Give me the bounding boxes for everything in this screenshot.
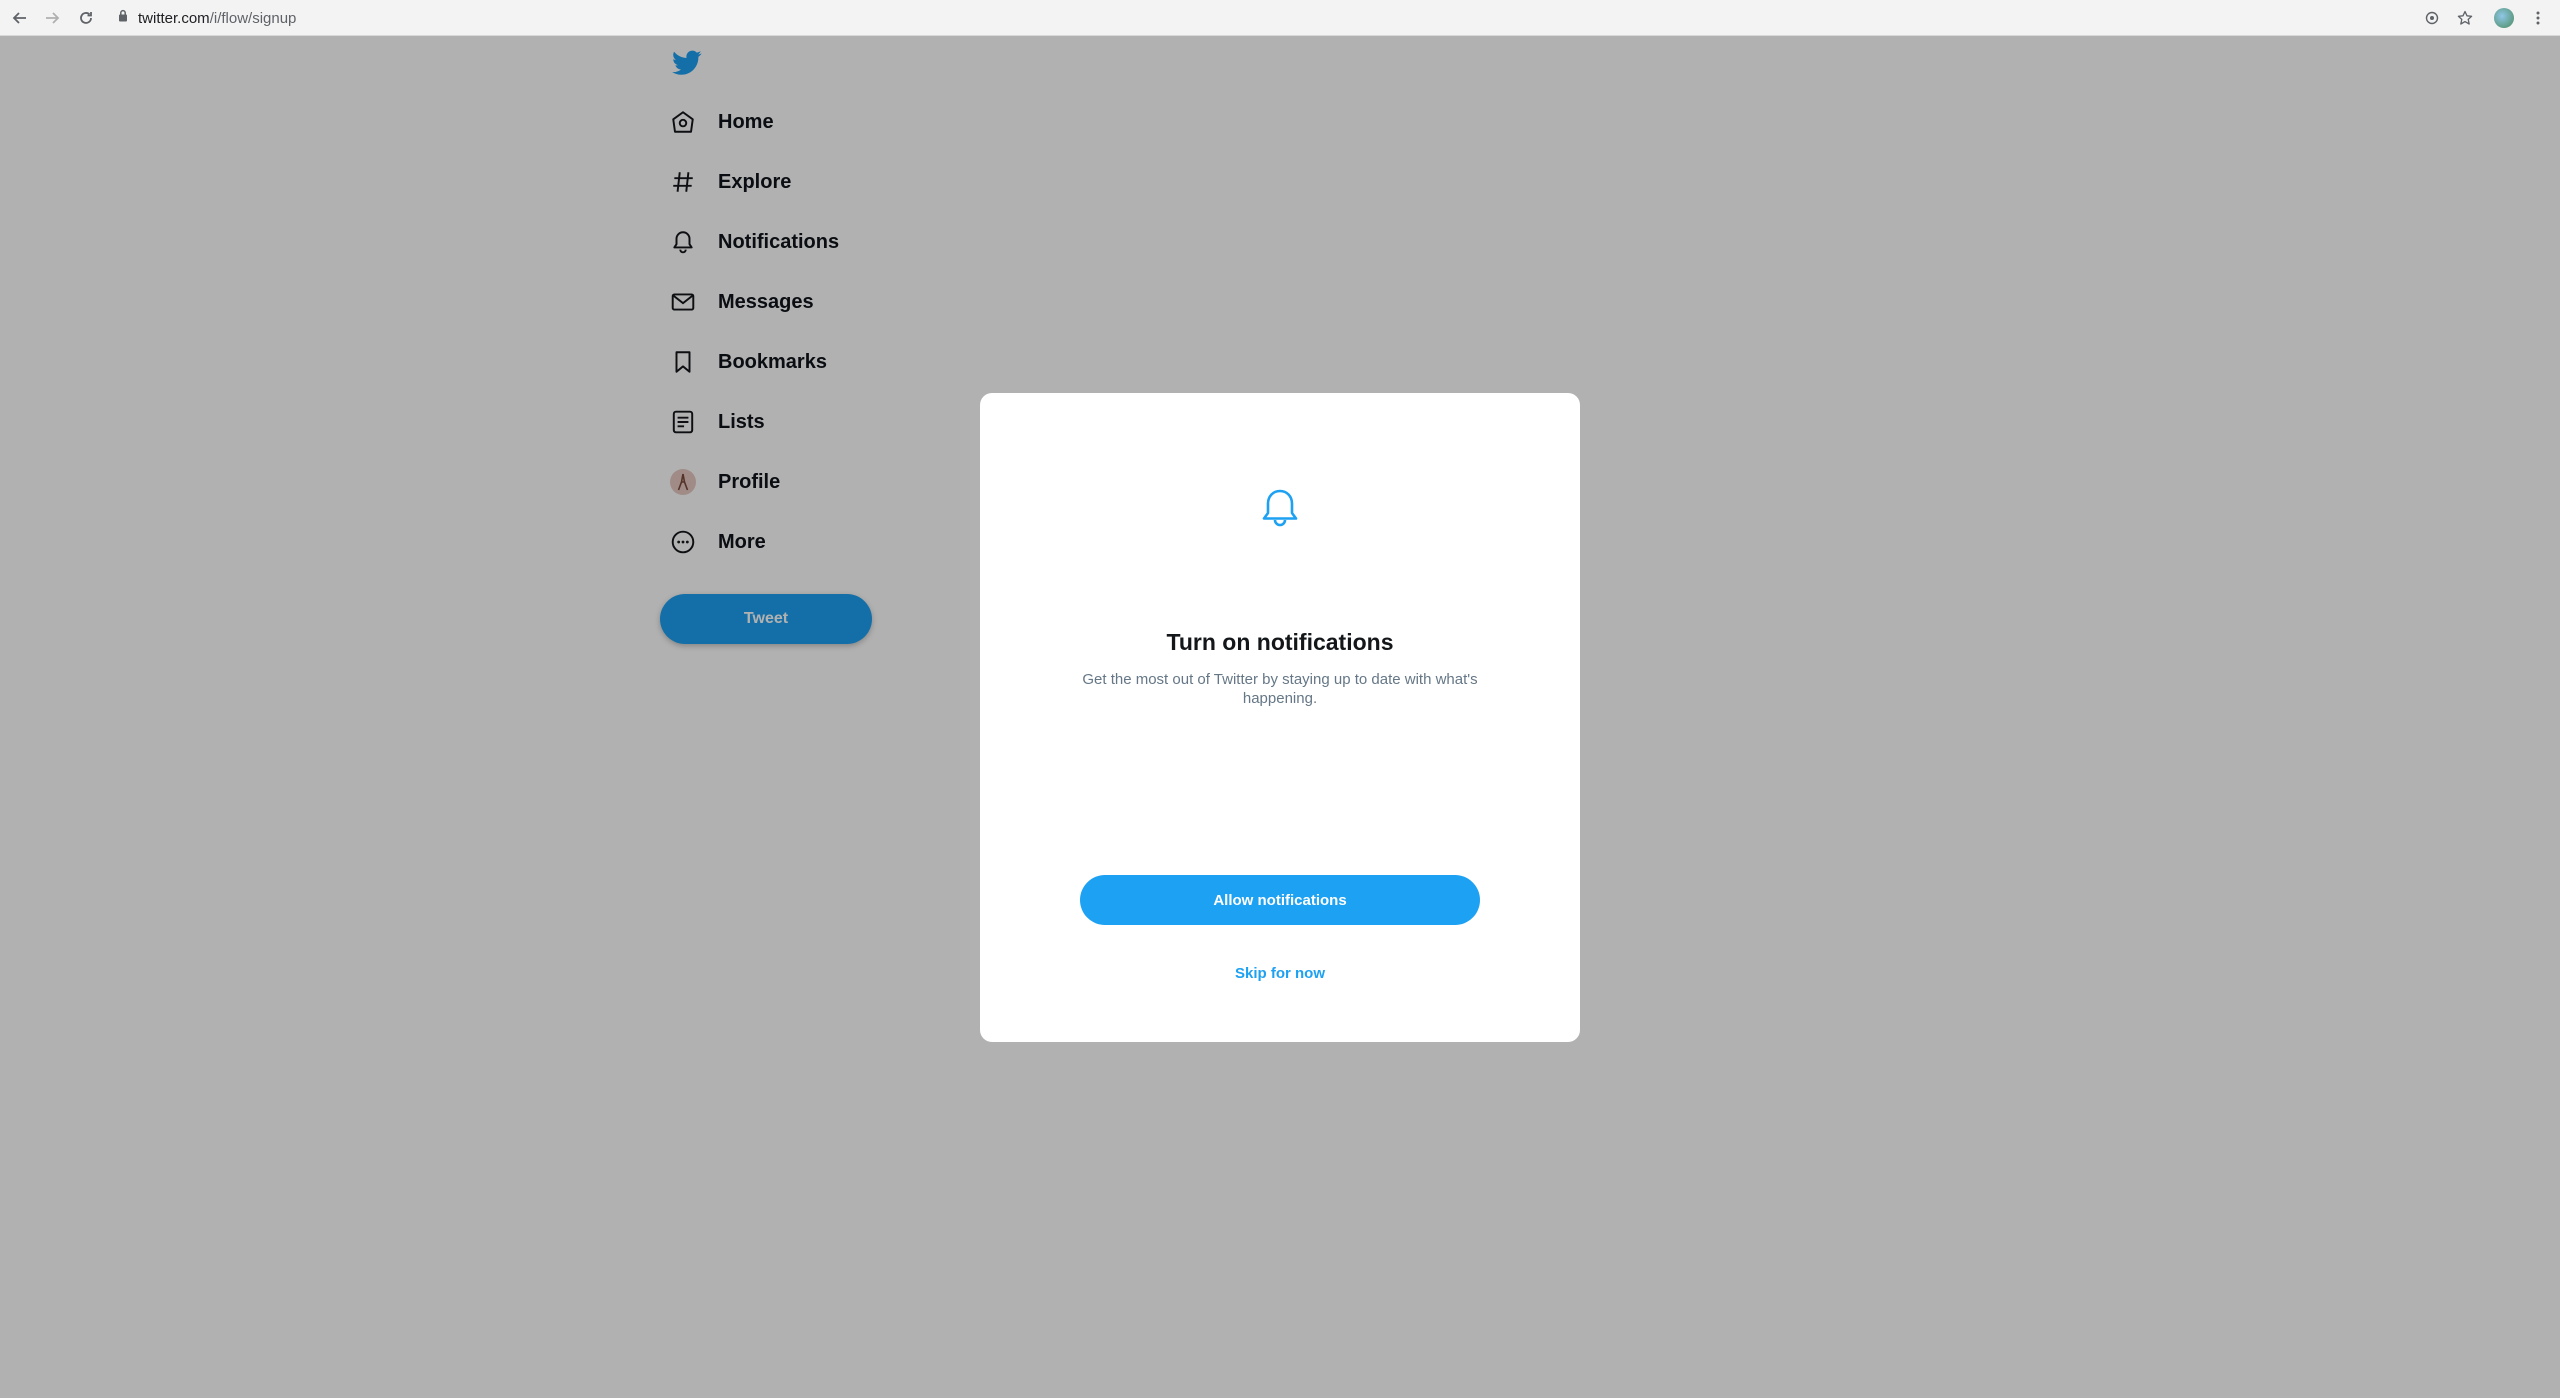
reload-icon[interactable] — [74, 6, 98, 30]
location-icon[interactable] — [2422, 8, 2442, 28]
url-path: /i/flow/signup — [209, 9, 297, 27]
bell-icon — [1256, 485, 1304, 533]
url-host: twitter.com — [138, 9, 210, 27]
lock-icon — [118, 9, 128, 27]
address-bar[interactable]: twitter.com/i/flow/signup — [110, 4, 2410, 32]
modal-title: Turn on notifications — [1166, 629, 1394, 655]
modal-description: Get the most out of Twitter by staying u… — [1082, 671, 1478, 707]
skip-for-now-link[interactable]: Skip for now — [1180, 959, 1380, 989]
forward-icon[interactable] — [40, 6, 64, 30]
avatar[interactable] — [2494, 8, 2514, 28]
star-icon[interactable] — [2455, 8, 2475, 28]
allow-notifications-button[interactable]: Allow notifications — [1080, 875, 1480, 925]
menu-dots-icon[interactable] — [2530, 8, 2546, 28]
browser-toolbar: twitter.com/i/flow/signup — [0, 0, 2560, 36]
back-icon[interactable] — [8, 6, 32, 30]
notifications-modal: Turn on notifications Get the most out o… — [980, 393, 1580, 1042]
